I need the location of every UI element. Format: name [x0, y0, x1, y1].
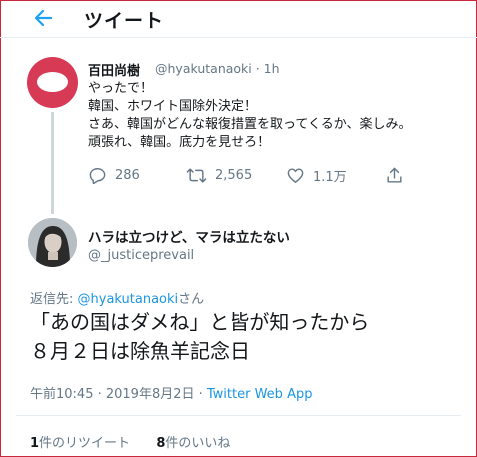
author-handle-time[interactable]: @hyakutanaoki · 1h	[155, 61, 280, 76]
tweet-text-line: 「あの国はダメね」と皆が知ったから	[30, 310, 370, 334]
tweet-stats: 1件のリツイート 8件のいいね	[30, 432, 230, 451]
reply-button[interactable]: 286	[88, 164, 140, 186]
share-icon	[385, 166, 404, 185]
like-button[interactable]: 1.1万	[286, 164, 347, 186]
retweets-stat-label: 件のリツイート	[39, 436, 131, 451]
tweet-actions: 286 2,565 1.1万	[88, 164, 468, 186]
author-handle[interactable]: @_justiceprevail	[88, 248, 194, 263]
tweet-text-line: やったで！	[88, 81, 154, 96]
author-name[interactable]: 百田尚樹	[88, 60, 140, 79]
avatar-logo-shape	[37, 72, 68, 92]
tweet-text-line: ８月２日は除魚羊記念日	[30, 339, 250, 363]
back-arrow-icon[interactable]	[33, 8, 53, 28]
tweet-timestamp[interactable]: 午前10:45 · 2019年8月2日 ·	[30, 387, 207, 402]
tweet-text: 「あの国はダメね」と皆が知ったから ８月２日は除魚羊記念日	[30, 308, 369, 366]
avatar[interactable]	[28, 218, 77, 267]
tweet-text-line: 韓国、ホワイト国除外決定！	[88, 99, 258, 114]
page-title: ツイート	[84, 10, 165, 32]
retweets-stat-count: 1	[30, 436, 40, 451]
reply-mention-link[interactable]: @hyakutanaoki	[78, 292, 179, 307]
source-app-link[interactable]: Twitter Web App	[207, 387, 313, 402]
tweet-meta: 午前10:45 · 2019年8月2日 · Twitter Web App	[30, 383, 312, 402]
retweets-stat[interactable]: 1件のリツイート	[30, 436, 130, 451]
avatar[interactable]	[27, 57, 78, 108]
heart-icon	[286, 166, 305, 185]
page-header: ツイート	[0, 0, 477, 38]
author-name[interactable]: ハラは立つけど、マラは立たない	[88, 226, 290, 246]
tweet-text-line: 頑張れ、韓国。底力を見せろ！	[88, 135, 271, 150]
avatar-photo	[28, 218, 77, 267]
reply-suffix: さん	[178, 292, 205, 307]
reply-prefix: 返信先:	[30, 292, 78, 307]
retweet-button[interactable]: 2,565	[186, 164, 252, 186]
reply-icon	[88, 166, 107, 185]
retweet-icon	[186, 166, 207, 185]
divider	[16, 415, 461, 416]
likes-stat[interactable]: 8件のいいね	[156, 436, 230, 451]
reply-count: 286	[115, 167, 140, 183]
reply-context: 返信先: @hyakutanaokiさん	[30, 288, 204, 307]
tweet-text: やったで！ 韓国、ホワイト国除外決定！ さあ、韓国がどんな報復措置を取ってくるか…	[88, 80, 473, 152]
retweet-count: 2,565	[215, 167, 253, 183]
likes-stat-label: 件のいいね	[165, 436, 231, 451]
like-count: 1.1万	[313, 169, 347, 185]
share-button[interactable]	[385, 164, 404, 186]
tweet-text-line: さあ、韓国がどんな報復措置を取ってくるか、楽しみ。	[88, 117, 412, 132]
thread-connector	[51, 112, 54, 214]
